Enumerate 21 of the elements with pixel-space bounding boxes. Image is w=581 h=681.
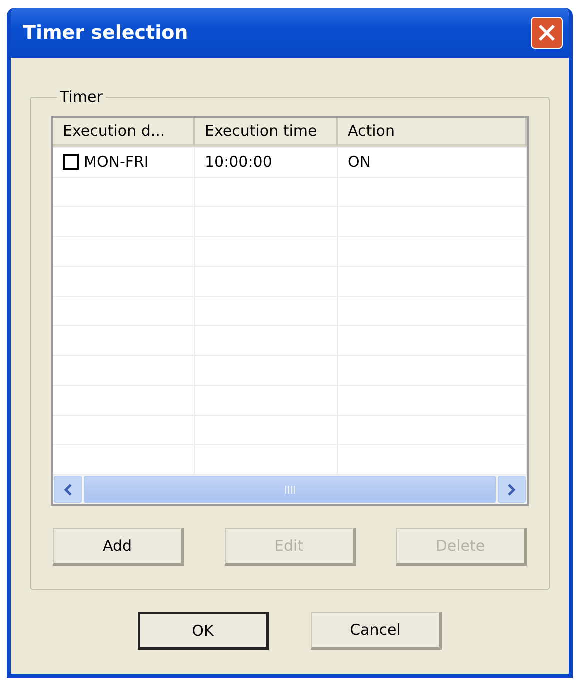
- table-cell: MON-FRI: [53, 148, 195, 177]
- scroll-thumb[interactable]: [84, 476, 496, 504]
- column-header[interactable]: Execution d...: [53, 118, 195, 147]
- close-button[interactable]: [531, 17, 563, 49]
- horizontal-scrollbar[interactable]: [53, 475, 527, 504]
- group-label: Timer: [59, 88, 104, 106]
- chevron-left-icon: [63, 484, 73, 496]
- scroll-right-button[interactable]: [498, 476, 526, 504]
- dialog-button[interactable]: OK: [138, 612, 269, 650]
- close-icon: [538, 24, 556, 42]
- column-header[interactable]: Execution time: [195, 118, 338, 147]
- checkbox[interactable]: [63, 154, 79, 170]
- action-button[interactable]: Add: [53, 528, 184, 566]
- grip-icon: [284, 484, 296, 495]
- table-cell: 10:00:00: [195, 148, 338, 177]
- table-cell: ON: [338, 148, 527, 177]
- scroll-left-button[interactable]: [54, 476, 82, 504]
- chevron-right-icon: [507, 484, 517, 496]
- dialog-button[interactable]: Cancel: [311, 612, 442, 650]
- window-title: Timer selection: [23, 22, 188, 44]
- column-header[interactable]: Action: [338, 118, 527, 147]
